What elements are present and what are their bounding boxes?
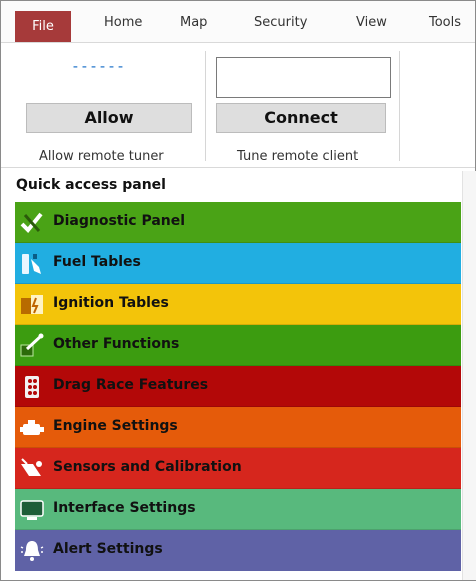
quick-item-fuel-tables[interactable]: Fuel Tables <box>15 243 461 284</box>
quick-item-sensors-calibration[interactable]: Sensors and Calibration <box>15 448 461 489</box>
sensor-icon <box>21 458 42 476</box>
quick-item-alert-settings[interactable]: Alert Settings <box>15 530 461 571</box>
ribbon-panel: ------ Allow Allow remote tuner Connect … <box>1 43 475 168</box>
quick-item-label: Other Functions <box>53 336 180 352</box>
allow-remote-tuner-group-label: Allow remote tuner <box>39 149 164 164</box>
fuel-icon <box>22 254 41 274</box>
quick-item-label: Sensors and Calibration <box>53 459 242 475</box>
ribbon-tab-bar: File Home Map Security View Tools <box>1 1 475 43</box>
tab-home[interactable]: Home <box>104 13 142 33</box>
quick-item-label: Diagnostic Panel <box>53 213 186 229</box>
tune-remote-client-group-label: Tune remote client <box>237 149 359 164</box>
quick-item-label: Engine Settings <box>53 418 178 434</box>
tab-file[interactable]: File <box>15 11 71 42</box>
monitor-icon <box>20 500 44 520</box>
connect-button[interactable]: Connect <box>216 103 386 133</box>
side-scrollbar[interactable] <box>462 171 476 580</box>
drag-race-icon <box>25 376 39 398</box>
quick-item-diagnostic-panel[interactable]: Diagnostic Panel <box>15 202 461 243</box>
quick-item-other-functions[interactable]: Other Functions <box>15 325 461 366</box>
remote-client-input[interactable] <box>216 57 391 98</box>
ribbon-group-divider <box>399 51 400 161</box>
quick-item-label: Alert Settings <box>53 541 163 557</box>
bell-icon <box>20 541 44 561</box>
engine-icon <box>20 420 44 435</box>
wrench-icon <box>20 333 44 357</box>
quick-access-title: Quick access panel <box>16 177 166 193</box>
tab-tools[interactable]: Tools <box>429 13 461 33</box>
quick-item-label: Interface Settings <box>53 500 196 516</box>
quick-item-interface-settings[interactable]: Interface Settings <box>15 489 461 530</box>
tab-security[interactable]: Security <box>254 13 307 33</box>
app-window: File Home Map Security View Tools ------… <box>0 0 476 581</box>
ribbon-group-divider <box>205 51 206 161</box>
quick-item-ignition-tables[interactable]: Ignition Tables <box>15 284 461 325</box>
ignition-icon <box>21 295 43 314</box>
tab-map[interactable]: Map <box>180 13 207 33</box>
quick-item-drag-race-features[interactable]: Drag Race Features <box>15 366 461 407</box>
diagnostic-icon <box>20 212 43 233</box>
quick-item-label: Fuel Tables <box>53 254 141 270</box>
quick-access-list: Diagnostic Panel Fuel Tables Ignition Ta… <box>15 202 461 571</box>
remote-tuner-status: ------ <box>70 57 126 75</box>
allow-button[interactable]: Allow <box>26 103 192 133</box>
quick-item-engine-settings[interactable]: Engine Settings <box>15 407 461 448</box>
quick-item-label: Ignition Tables <box>53 295 169 311</box>
tab-view[interactable]: View <box>356 13 387 33</box>
quick-item-label: Drag Race Features <box>53 377 209 393</box>
